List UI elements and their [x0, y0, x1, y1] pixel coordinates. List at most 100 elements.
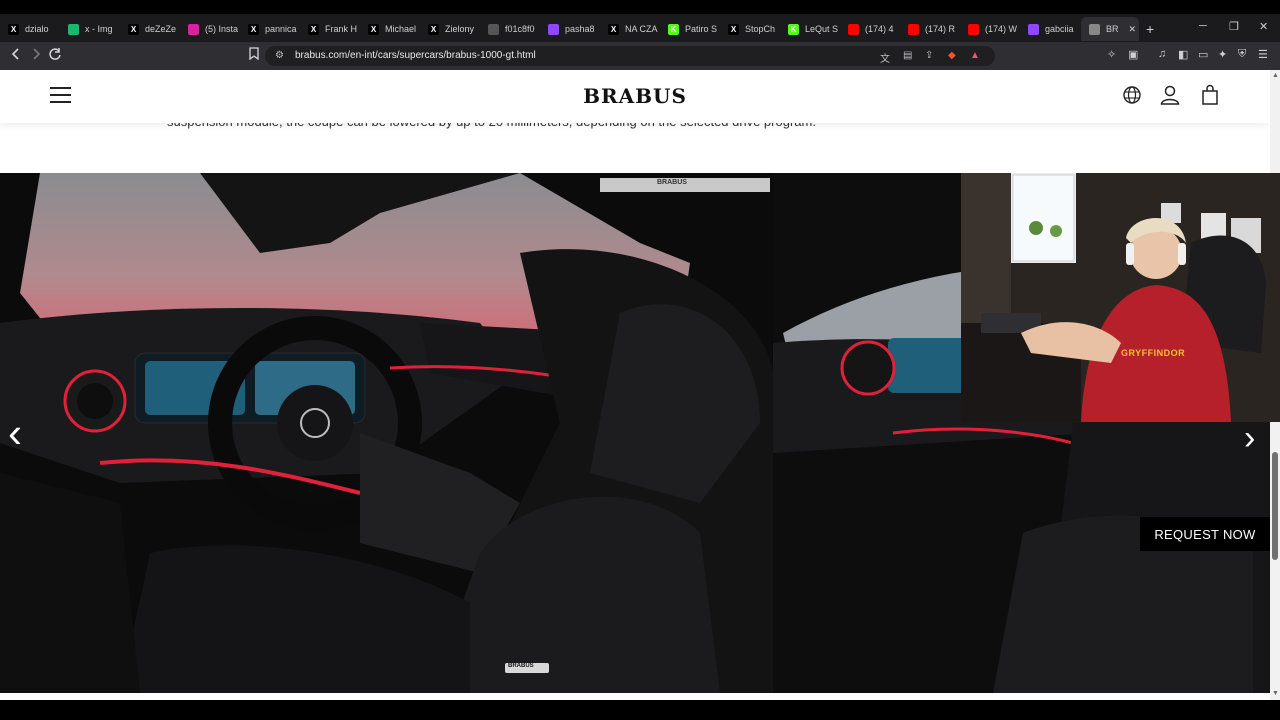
- webcam-video: [961, 173, 1280, 422]
- media-icon[interactable]: ♫: [1158, 48, 1166, 60]
- scrollbar-thumb[interactable]: [1272, 452, 1278, 560]
- instagram-icon: [188, 23, 199, 35]
- browser-tab[interactable]: X Frank H: [308, 17, 362, 41]
- browser-tab[interactable]: K LeQut S: [788, 17, 842, 41]
- leo-ai-icon[interactable]: ✦: [1218, 48, 1227, 61]
- shopping-bag-icon[interactable]: [1199, 84, 1221, 106]
- browser-tab[interactable]: (174) W: [968, 17, 1022, 41]
- tab-title: pannica: [265, 24, 297, 34]
- twitch-icon: [548, 23, 559, 35]
- brave-rewards-icon[interactable]: ▲: [970, 50, 980, 61]
- imgur-icon: [68, 23, 79, 35]
- page-bottom-band: [0, 693, 1270, 700]
- gallery-prev-button[interactable]: ‹: [8, 409, 22, 457]
- tab-title: Frank H: [325, 24, 358, 34]
- tab-title: dzialo: [25, 24, 49, 34]
- reload-icon: [49, 48, 61, 60]
- gallery-next-button[interactable]: ›: [1244, 419, 1255, 458]
- browser-tab[interactable]: (174) R: [908, 17, 962, 41]
- seat-badge: BRABUS: [508, 663, 534, 669]
- tab-title: LeQut S: [805, 24, 839, 34]
- browser-tab[interactable]: x - Img: [68, 17, 122, 41]
- share-icon[interactable]: ⇪: [925, 50, 933, 61]
- account-icon[interactable]: [1159, 84, 1181, 106]
- x-icon: X: [308, 23, 319, 35]
- reader-mode-icon[interactable]: ▤: [903, 50, 912, 61]
- tab-title: (174) 4: [865, 24, 894, 34]
- garage-badge: BRABUS: [657, 179, 687, 186]
- browser-tab[interactable]: pasha8: [548, 17, 602, 41]
- browser-tab[interactable]: (174) 4: [848, 17, 902, 41]
- browser-tab[interactable]: gabciia: [1028, 17, 1082, 41]
- browser-tab[interactable]: X Michael: [368, 17, 422, 41]
- close-window-button[interactable]: ✕: [1259, 20, 1268, 33]
- scroll-up-icon[interactable]: ▲: [1272, 72, 1279, 79]
- forward-arrow-icon: [33, 48, 41, 60]
- scroll-down-icon[interactable]: ▼: [1272, 690, 1279, 697]
- browser-tab[interactable]: X NA CZA: [608, 17, 662, 41]
- browser-tab[interactable]: X Zielony: [428, 17, 482, 41]
- browser-tab[interactable]: XdeZeZe: [128, 17, 182, 41]
- youtube-icon: [848, 23, 859, 35]
- globe-icon: [1089, 23, 1100, 35]
- url-text: brabus.com/en-int/cars/supercars/brabus-…: [295, 50, 536, 61]
- tab-title: (174) R: [925, 24, 956, 34]
- tab-title: gabciia: [1045, 24, 1074, 34]
- screen-bottom-edge: [0, 700, 1280, 720]
- x-icon: X: [368, 23, 379, 35]
- url-field[interactable]: ⚙ brabus.com/en-int/cars/supercars/brabu…: [265, 46, 995, 66]
- streamer-webcam-overlay: GRYFFINDOR: [961, 173, 1280, 422]
- browser-tab[interactable]: X StopCh: [728, 17, 782, 41]
- browser-tab[interactable]: K Patiro S: [668, 17, 722, 41]
- x-icon: X: [8, 23, 19, 35]
- brabus-logo[interactable]: BRABUS: [0, 84, 1270, 108]
- back-button[interactable]: [10, 47, 22, 64]
- browser-tab[interactable]: f01c8f0: [488, 17, 542, 41]
- site-info-icon[interactable]: ⚙: [275, 50, 284, 61]
- globe-icon[interactable]: [1121, 84, 1143, 106]
- reload-button[interactable]: [48, 47, 62, 64]
- tab-title: deZeZe: [145, 24, 177, 34]
- browser-tab[interactable]: (5) Insta: [188, 17, 242, 41]
- browser-tab[interactable]: Xdzialo: [8, 17, 62, 41]
- address-bar-row: ⚙ brabus.com/en-int/cars/supercars/brabu…: [0, 42, 1280, 70]
- minimize-button[interactable]: ─: [1199, 20, 1207, 32]
- tab-title: BR: [1106, 24, 1119, 34]
- tab-title: Michael: [385, 24, 417, 34]
- x-icon: X: [728, 23, 739, 35]
- x-icon: X: [608, 23, 619, 35]
- maximize-button[interactable]: ❐: [1229, 20, 1239, 33]
- tab-title: Patiro S: [685, 24, 718, 34]
- new-tab-button[interactable]: +: [1146, 21, 1154, 37]
- tab-title: (174) W: [985, 24, 1018, 34]
- window-top-edge: [0, 0, 1280, 14]
- tab-title: x - Img: [85, 24, 113, 34]
- wallet-icon[interactable]: ▭: [1198, 48, 1208, 61]
- forward-button[interactable]: [30, 47, 42, 64]
- kick-icon: K: [788, 23, 799, 35]
- tab-title: (5) Insta: [205, 24, 239, 34]
- gallery-image-interior-driver-side: BRABUS BRABUS: [0, 173, 773, 693]
- vpn-icon[interactable]: ⛨: [1238, 48, 1246, 61]
- sidebar-icon[interactable]: ◧: [1178, 48, 1188, 61]
- browser-tab[interactable]: BR ✕: [1081, 17, 1139, 41]
- extensions-icon[interactable]: ✧: [1107, 48, 1116, 61]
- kick-icon: K: [668, 23, 679, 35]
- car-interior-illustration: [0, 173, 773, 693]
- site-header: BRABUS: [0, 70, 1270, 123]
- x-icon: X: [428, 23, 439, 35]
- tab-search-icon[interactable]: ▣: [1128, 48, 1138, 61]
- github-icon: [488, 23, 499, 35]
- translate-icon[interactable]: 文: [880, 50, 890, 65]
- bookmark-button[interactable]: [249, 47, 259, 63]
- x-icon: X: [248, 23, 259, 35]
- browser-tab[interactable]: Xpannica: [248, 17, 302, 41]
- brave-shields-icon[interactable]: ◆: [948, 50, 956, 61]
- request-now-button[interactable]: REQUEST NOW: [1140, 517, 1270, 551]
- tab-title: Zielony: [445, 24, 475, 34]
- menu-icon[interactable]: ☰: [1258, 48, 1268, 61]
- bookmark-icon: [249, 47, 259, 61]
- tab-close-icon[interactable]: ✕: [1129, 24, 1137, 35]
- back-arrow-icon: [11, 48, 19, 60]
- tab-title: f01c8f0: [505, 24, 535, 34]
